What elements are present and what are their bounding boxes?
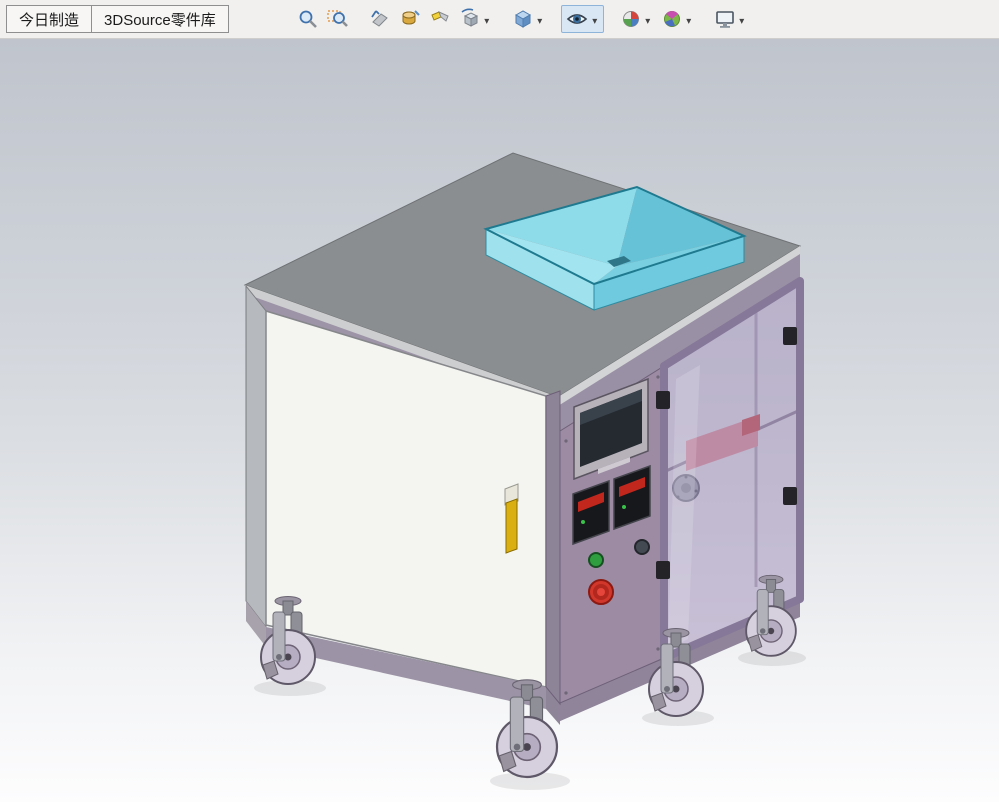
toolbar: 今日制造 3DSource零件库 (0, 0, 999, 39)
chevron-down-icon[interactable] (590, 12, 600, 27)
door-handle (505, 498, 518, 554)
3d-viewport[interactable] (0, 39, 999, 802)
view-settings-button[interactable] (710, 5, 751, 33)
door-hinge (656, 391, 670, 409)
section-view-button[interactable] (395, 5, 425, 33)
previous-view-button[interactable] (365, 5, 395, 33)
machine-cabinet-model[interactable] (0, 39, 999, 802)
door-hinge (656, 561, 670, 579)
flashlight-icon (431, 11, 449, 22)
shaded-cube-icon (514, 10, 531, 28)
magnifier-icon (299, 10, 317, 28)
black-selector-button (634, 539, 650, 555)
section-view-icon (402, 10, 420, 25)
door-hinge (783, 327, 797, 345)
control-panel (559, 365, 665, 704)
zoom-to-area-button[interactable] (323, 5, 353, 33)
chevron-down-icon[interactable] (643, 12, 653, 27)
chevron-down-icon[interactable] (535, 12, 545, 27)
chevron-down-icon[interactable] (737, 12, 747, 27)
tab-3dsource-parts-library[interactable]: 3DSource零件库 (92, 5, 229, 33)
tab-jinri-zhizao[interactable]: 今日制造 (6, 5, 93, 33)
view-cube-icon (461, 8, 478, 27)
hide-show-items-button[interactable] (560, 5, 604, 33)
door-hinge (783, 487, 797, 505)
chevron-down-icon[interactable] (482, 12, 492, 27)
view-orientation-button[interactable] (455, 5, 496, 33)
green-start-button (588, 552, 604, 568)
edit-appearance-button[interactable] (616, 5, 657, 33)
application-window: 今日制造 3DSource零件库 (0, 0, 999, 802)
previous-view-icon (370, 10, 388, 27)
left-frame-post (245, 284, 267, 629)
chevron-down-icon[interactable] (684, 12, 694, 27)
appearance-ball-icon (622, 11, 639, 27)
annotation-views-button[interactable] (425, 5, 455, 33)
zoom-to-fit-button[interactable] (293, 5, 323, 33)
toolbar-tabs: 今日制造 3DSource零件库 (6, 5, 229, 33)
eye-icon (566, 14, 587, 24)
display-style-button[interactable] (508, 5, 549, 33)
center-frame-post (545, 390, 561, 706)
emergency-stop-button (588, 579, 614, 605)
monitor-icon (715, 11, 734, 28)
scene-sphere-icon (663, 10, 680, 27)
view-toolbar (293, 5, 751, 33)
apply-scene-button[interactable] (657, 5, 698, 33)
magnifier-area-icon (327, 10, 348, 27)
